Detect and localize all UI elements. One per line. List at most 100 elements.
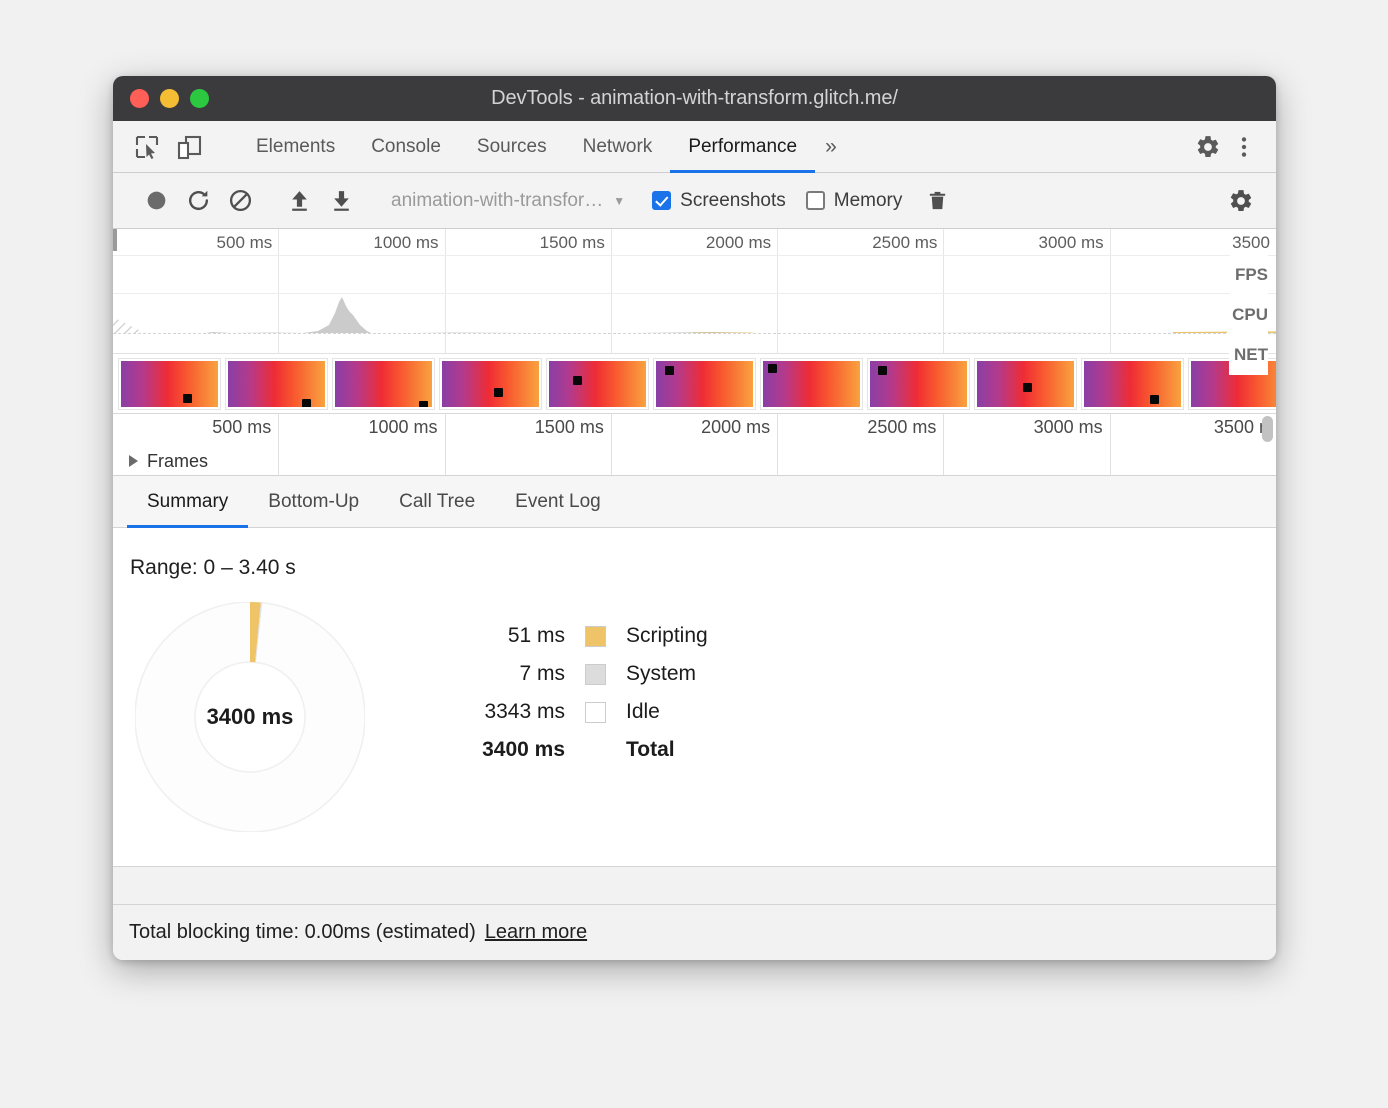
upload-arrow-icon[interactable] xyxy=(278,180,320,222)
frames-track-label: Frames xyxy=(147,451,208,472)
capture-settings-gear-icon[interactable] xyxy=(1220,180,1262,222)
filmstrip-frame[interactable] xyxy=(868,359,969,409)
timeline-overview[interactable]: 500 ms 1000 ms 1500 ms 2000 ms 2500 ms 3… xyxy=(113,229,1276,354)
frame-square xyxy=(878,366,887,375)
legend-row-system[interactable]: 7 ms System xyxy=(443,662,708,686)
timeline-scrollbar-thumb[interactable] xyxy=(1262,416,1273,442)
recording-select-value: animation-with-transfor… xyxy=(391,190,603,212)
tab-bottom-up[interactable]: Bottom-Up xyxy=(248,476,379,527)
legend-row-idle[interactable]: 3343 ms Idle xyxy=(443,700,708,724)
filmstrip-frame[interactable] xyxy=(333,359,434,409)
screenshots-checkbox-box[interactable] xyxy=(652,191,671,210)
timeline-tick-label: 1000 ms xyxy=(369,417,438,438)
minimize-window-button[interactable] xyxy=(160,89,179,108)
tab-console[interactable]: Console xyxy=(353,121,459,172)
legend-label-total: Total xyxy=(626,738,675,762)
tab-event-log[interactable]: Event Log xyxy=(495,476,621,527)
inspect-element-icon[interactable] xyxy=(129,129,165,165)
frame-square xyxy=(494,388,503,397)
legend-value-scripting: 51 ms xyxy=(443,624,565,648)
overview-left-handle[interactable] xyxy=(113,229,117,251)
filmstrip-strip[interactable] xyxy=(113,354,1276,414)
range-label: Range: 0 – 3.40 s xyxy=(113,528,1276,580)
clear-icon[interactable] xyxy=(219,180,261,222)
record-circle-icon[interactable] xyxy=(135,180,177,222)
timeline-tick-label: 1500 ms xyxy=(535,417,604,438)
legend-swatch-idle xyxy=(585,702,606,723)
recording-select[interactable]: animation-with-transfor… ▼ xyxy=(379,190,631,212)
legend-label-system: System xyxy=(626,662,696,686)
frame-square xyxy=(302,399,311,408)
frames-track[interactable]: Frames xyxy=(113,446,1276,476)
tab-sources[interactable]: Sources xyxy=(459,121,565,172)
tab-elements[interactable]: Elements xyxy=(238,121,353,172)
filmstrip-frame[interactable] xyxy=(761,359,862,409)
tab-summary[interactable]: Summary xyxy=(127,476,248,527)
device-toolbar-icon[interactable] xyxy=(171,129,207,165)
chevron-down-icon: ▼ xyxy=(613,194,625,208)
legend-row-scripting[interactable]: 51 ms Scripting xyxy=(443,624,708,648)
filmstrip-frame[interactable] xyxy=(975,359,1076,409)
memory-checkbox-box[interactable] xyxy=(806,191,825,210)
traffic-light-buttons xyxy=(113,89,209,108)
learn-more-link[interactable]: Learn more xyxy=(485,921,587,944)
overview-label-cpu: CPU xyxy=(1227,295,1268,335)
legend-label-idle: Idle xyxy=(626,700,660,724)
download-arrow-icon[interactable] xyxy=(320,180,362,222)
timeline-ruler[interactable]: 500 ms 1000 ms 1500 ms 2000 ms 2500 ms 3… xyxy=(113,414,1276,476)
kebab-menu-icon[interactable] xyxy=(1226,129,1262,165)
frame-square xyxy=(1023,383,1032,392)
filmstrip-frame[interactable] xyxy=(1082,359,1183,409)
tab-performance[interactable]: Performance xyxy=(670,121,815,172)
timeline-tick-label: 3500 n xyxy=(1214,417,1269,438)
panel-tabs: Elements Console Sources Network Perform… xyxy=(238,121,815,172)
overview-tick-label: 1000 ms xyxy=(373,233,438,253)
summary-content: 3400 ms 51 ms Scripting 7 ms System 3343… xyxy=(113,580,1276,832)
filmstrip-frame[interactable] xyxy=(226,359,327,409)
memory-label: Memory xyxy=(834,190,903,212)
trash-icon[interactable] xyxy=(916,180,958,222)
frame-square xyxy=(183,394,192,403)
filmstrip-frame[interactable] xyxy=(119,359,220,409)
performance-toolbar: animation-with-transfor… ▼ Screenshots M… xyxy=(113,173,1276,229)
overview-tick-label: 3500 xyxy=(1232,233,1270,253)
frame-square xyxy=(1150,395,1159,404)
frame-square xyxy=(419,401,428,409)
overview-track-labels: FPS CPU NET xyxy=(1227,255,1268,375)
timeline-tick-label: 2000 ms xyxy=(701,417,770,438)
activity-legend: 51 ms Scripting 7 ms System 3343 ms Idle… xyxy=(443,624,708,762)
frame-square xyxy=(573,376,582,385)
filmstrip-frame[interactable] xyxy=(440,359,541,409)
expand-triangle-icon[interactable] xyxy=(129,455,138,467)
overview-tick-label: 2000 ms xyxy=(706,233,771,253)
legend-value-idle: 3343 ms xyxy=(443,700,565,724)
detail-tabs: Summary Bottom-Up Call Tree Event Log xyxy=(113,476,1276,528)
filmstrip-frame[interactable] xyxy=(654,359,755,409)
cpu-activity-graph xyxy=(113,255,1276,350)
devtools-tabbar: Elements Console Sources Network Perform… xyxy=(113,121,1276,173)
statusbar-spacer xyxy=(113,866,1276,904)
activity-donut-chart: 3400 ms xyxy=(135,602,365,832)
window-title: DevTools - animation-with-transform.glit… xyxy=(113,87,1276,110)
memory-checkbox[interactable]: Memory xyxy=(806,190,903,212)
zoom-window-button[interactable] xyxy=(190,89,209,108)
frame-square xyxy=(768,364,777,373)
gear-icon[interactable] xyxy=(1190,129,1226,165)
summary-pane: Range: 0 – 3.40 s 3400 ms 51 xyxy=(113,528,1276,866)
timeline-tick-label: 500 ms xyxy=(212,417,271,438)
devtools-window: DevTools - animation-with-transform.glit… xyxy=(113,76,1276,960)
tab-network[interactable]: Network xyxy=(565,121,671,172)
donut-center-label: 3400 ms xyxy=(207,704,294,730)
overview-tick-label: 3000 ms xyxy=(1038,233,1103,253)
screenshots-checkbox[interactable]: Screenshots xyxy=(652,190,786,212)
timeline-tick-label: 3000 ms xyxy=(1034,417,1103,438)
filmstrip-frame[interactable] xyxy=(547,359,648,409)
legend-label-scripting: Scripting xyxy=(626,624,708,648)
tab-call-tree[interactable]: Call Tree xyxy=(379,476,495,527)
frame-square xyxy=(665,366,674,375)
overview-tick-label: 2500 ms xyxy=(872,233,937,253)
close-window-button[interactable] xyxy=(130,89,149,108)
reload-icon[interactable] xyxy=(177,180,219,222)
more-tabs-icon[interactable]: » xyxy=(815,121,851,172)
statusbar: Total blocking time: 0.00ms (estimated) … xyxy=(113,904,1276,960)
